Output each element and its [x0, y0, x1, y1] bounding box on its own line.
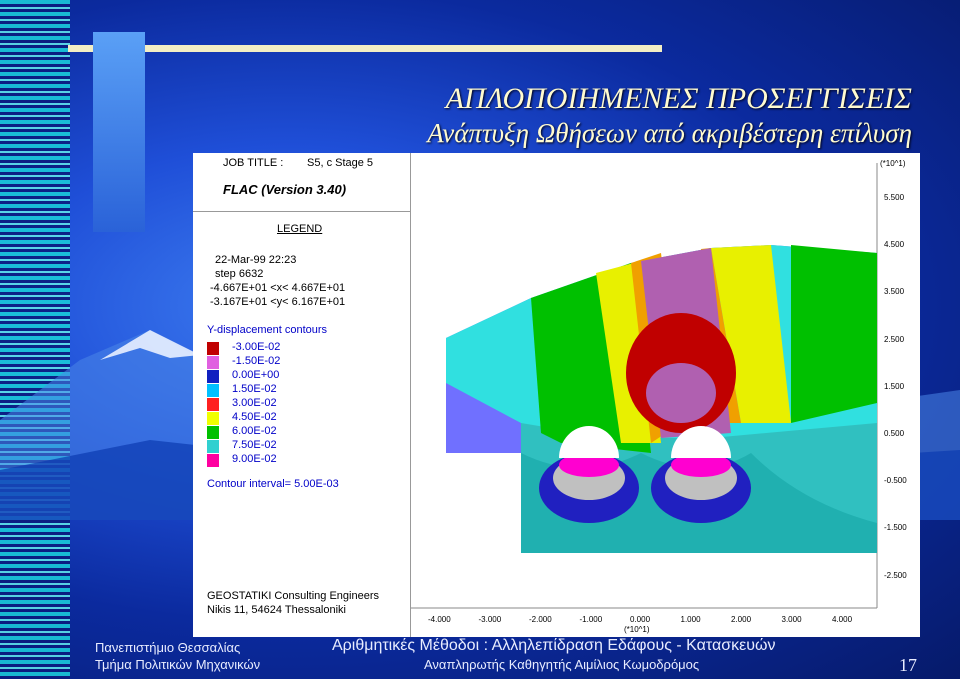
- y-tick-label: 4.500: [884, 240, 905, 250]
- legend-date: 22-Mar-99 22:23: [215, 254, 297, 266]
- slide-background: ΑΠΛΟΠΟΙΗΜΕΝΕΣ ΠΡΟΣΕΓΓΙΣΕΙΣ Ανάπτυξη Ωθήσ…: [0, 0, 960, 679]
- y-tick-label: -2.500: [884, 570, 907, 580]
- contour-title: Y-displacement contours: [207, 324, 328, 336]
- contour-value: 0.00E+00: [232, 369, 280, 381]
- x-tick-label: 0.000: [630, 615, 651, 624]
- x-tick-label: 4.000: [832, 615, 853, 624]
- contour-plot: [411, 163, 878, 609]
- company-address: Nikis 11, 54624 Thessaloniki: [207, 604, 347, 616]
- contour-value: -3.00E-02: [232, 341, 281, 353]
- contour-swatch: [207, 454, 219, 467]
- legend-step: step 6632: [215, 268, 264, 280]
- legend-panel: JOB TITLE : S5, c Stage 5 FLAC (Version …: [193, 153, 411, 637]
- company-name: GEOSTATIKI Consulting Engineers: [207, 590, 379, 602]
- contour-swatch: [207, 412, 219, 425]
- contour-swatch: [207, 356, 219, 369]
- contour-value: 1.50E-02: [232, 383, 277, 395]
- title-underline-bar: [68, 45, 662, 52]
- x-tick-label: -3.000: [478, 615, 502, 624]
- contour-swatch: [207, 440, 219, 453]
- job-title-value: S5, c Stage 5: [307, 157, 374, 169]
- contour-value: 7.50E-02: [232, 439, 277, 451]
- footer-department: Τμήμα Πολιτικών Μηχανικών: [95, 657, 261, 672]
- contour-swatch: [207, 384, 219, 397]
- contour-interval: Contour interval= 5.00E-03: [207, 478, 339, 490]
- slide-subtitle: Ανάπτυξη Ωθήσεων από ακριβέστερη επίλυση: [427, 118, 912, 148]
- y-tick-label: -1.500: [884, 523, 907, 533]
- contour-value: -1.50E-02: [232, 355, 281, 367]
- contour-swatch: [207, 370, 219, 383]
- x-tick-label: 2.000: [731, 615, 752, 624]
- x-tick-label: -1.000: [579, 615, 603, 624]
- footer-university: Πανεπιστήμιο Θεσσαλίας: [95, 640, 241, 655]
- contour-swatch: [207, 342, 219, 355]
- page-number: 17: [899, 655, 917, 675]
- slide-title: ΑΠΛΟΠΟΙΗΜΕΝΕΣ ΠΡΟΣΕΓΓΙΣΕΙΣ: [445, 82, 912, 115]
- y-tick-label: -0.500: [884, 476, 907, 486]
- contour-value: 6.00E-02: [232, 425, 277, 437]
- legend-title: LEGEND: [277, 223, 323, 235]
- x-tick-label: 1.000: [680, 615, 701, 624]
- job-title-label: JOB TITLE :: [223, 157, 284, 169]
- contour-value: 4.50E-02: [232, 411, 277, 423]
- y-tick-label: 3.500: [884, 287, 905, 297]
- contour-value: 9.00E-02: [232, 453, 277, 465]
- x-tick-label: -4.000: [428, 615, 451, 624]
- contour-swatch: [207, 398, 219, 411]
- x-tick-label: 3.000: [781, 615, 802, 624]
- y-tick-label: 2.500: [884, 334, 905, 344]
- x-scale-label: (*10^1): [624, 625, 650, 634]
- decorative-block: [93, 32, 145, 232]
- footer-course: Αριθμητικές Μέθοδοι : Αλληλεπίδραση Εδάφ…: [332, 637, 776, 654]
- program-version: FLAC (Version 3.40): [223, 182, 347, 197]
- y-tick-label: 0.500: [884, 429, 905, 438]
- y-tick-label: 5.500: [884, 193, 905, 202]
- legend-y-range: -3.167E+01 <y< 6.167E+01: [210, 296, 346, 308]
- x-tick-label: -2.000: [529, 615, 552, 624]
- legend-x-range: -4.667E+01 <x< 4.667E+01: [210, 282, 346, 294]
- contour-value: 3.00E-02: [232, 397, 277, 409]
- footer-author: Αναπληρωτής Καθηγητής Αιμίλιος Κωμοδρόμο…: [424, 657, 700, 672]
- contour-swatch: [207, 426, 219, 439]
- y-tick-label: 1.500: [884, 381, 905, 391]
- y-scale-label: (*10^1): [880, 159, 906, 168]
